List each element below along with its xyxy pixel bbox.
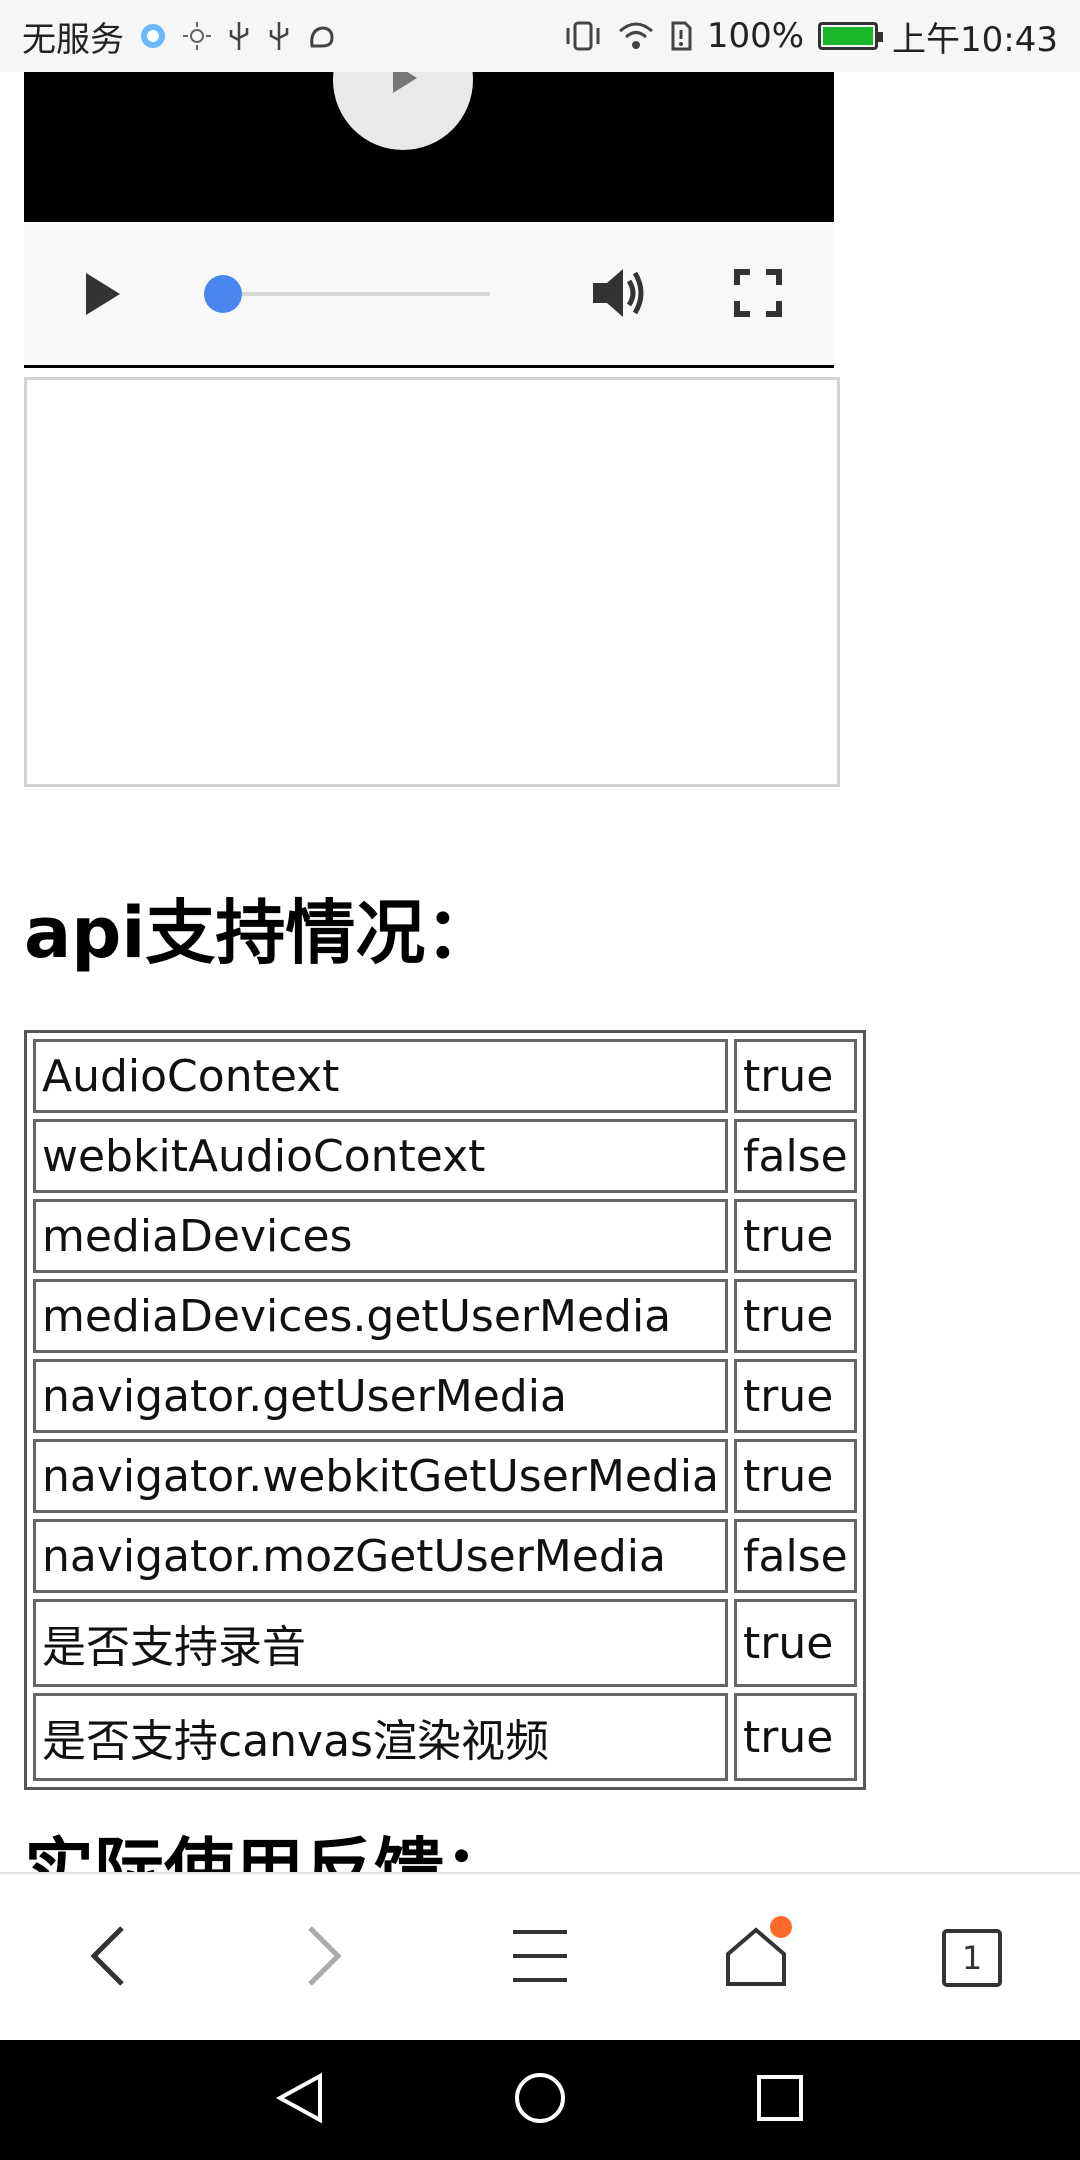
table-row: AudioContext true [33,1039,857,1113]
fullscreen-icon [734,268,782,322]
brightness-icon [182,21,212,51]
render-canvas [24,377,840,787]
api-value-cell: true [734,1359,857,1433]
home-circle-icon [512,2070,568,2131]
browser-icon [138,21,168,51]
play-button[interactable] [72,266,132,326]
tabs-button[interactable]: 1 [922,1908,1022,2008]
app-icon [306,20,338,52]
battery-icon [818,22,884,50]
status-bar: 无服务 100% 上午10:43 [0,0,1080,72]
forward-button[interactable] [274,1908,374,2008]
status-right: 100% 上午10:43 [563,12,1058,61]
api-support-table: AudioContext true webkitAudioContext false m… [24,1030,866,1790]
api-value-cell: true [734,1693,857,1781]
tabs-count: 1 [942,1929,1002,1987]
api-name-cell: navigator.mozGetUserMedia [33,1519,729,1593]
seek-bar[interactable] [222,292,490,296]
play-icon [383,72,423,103]
table-row: navigator.webkitGetUserMedia true [33,1439,857,1513]
system-home-button[interactable] [500,2060,580,2140]
vibrate-icon [563,20,603,52]
status-left: 无服务 [22,12,338,61]
video-controls [24,222,834,368]
back-button[interactable] [58,1908,158,2008]
api-value-cell: false [734,1519,857,1593]
api-value-cell: true [734,1599,857,1687]
back-triangle-icon [272,2070,328,2131]
volume-button[interactable] [584,264,654,326]
volume-icon [589,265,649,326]
table-row: mediaDevices true [33,1199,857,1273]
usb-icon [226,20,252,52]
api-name-cell: mediaDevices.getUserMedia [33,1279,729,1353]
api-value-cell: true [734,1279,857,1353]
api-value-cell: true [734,1039,857,1113]
table-row: mediaDevices.getUserMedia true [33,1279,857,1353]
recents-square-icon [755,2073,805,2128]
api-name-cell: AudioContext [33,1039,729,1113]
table-row: 是否支持录音 true [33,1599,857,1687]
sim-icon [669,20,693,52]
chevron-right-icon [304,1924,344,1993]
system-back-button[interactable] [260,2060,340,2140]
api-name-cell: 是否支持canvas渲染视频 [33,1693,729,1781]
menu-icon [511,1926,569,1991]
browser-toolbar: 1 [0,1872,1080,2040]
api-support-heading: api支持情况： [24,892,496,974]
feedback-heading: 实际使用反馈： [24,1830,514,1872]
usb-icon [266,20,292,52]
menu-button[interactable] [490,1908,590,2008]
home-button[interactable] [706,1908,806,2008]
table-row: webkitAudioContext false [33,1119,857,1193]
system-nav-bar [0,2040,1080,2160]
table-row: navigator.mozGetUserMedia false [33,1519,857,1593]
notification-badge [770,1916,792,1938]
system-recents-button[interactable] [740,2060,820,2140]
web-content[interactable]: api支持情况： AudioContext true webkitAudioCont… [0,72,1080,1872]
play-icon [82,271,122,322]
chevron-left-icon [88,1924,128,1993]
table-row: 是否支持canvas渲染视频 true [33,1693,857,1781]
api-name-cell: navigator.webkitGetUserMedia [33,1439,729,1513]
api-name-cell: navigator.getUserMedia [33,1359,729,1433]
api-name-cell: 是否支持录音 [33,1599,729,1687]
api-value-cell: false [734,1119,857,1193]
carrier-label: 无服务 [22,19,124,60]
api-name-cell: webkitAudioContext [33,1119,729,1193]
api-value-cell: true [734,1199,857,1273]
seek-handle[interactable] [204,275,242,313]
api-value-cell: true [734,1439,857,1513]
api-name-cell: mediaDevices [33,1199,729,1273]
clock: 上午10:43 [892,19,1058,60]
wifi-icon [617,20,655,52]
table-row: navigator.getUserMedia true [33,1359,857,1433]
fullscreen-button[interactable] [727,264,789,326]
battery-percent: 100% [706,16,805,56]
